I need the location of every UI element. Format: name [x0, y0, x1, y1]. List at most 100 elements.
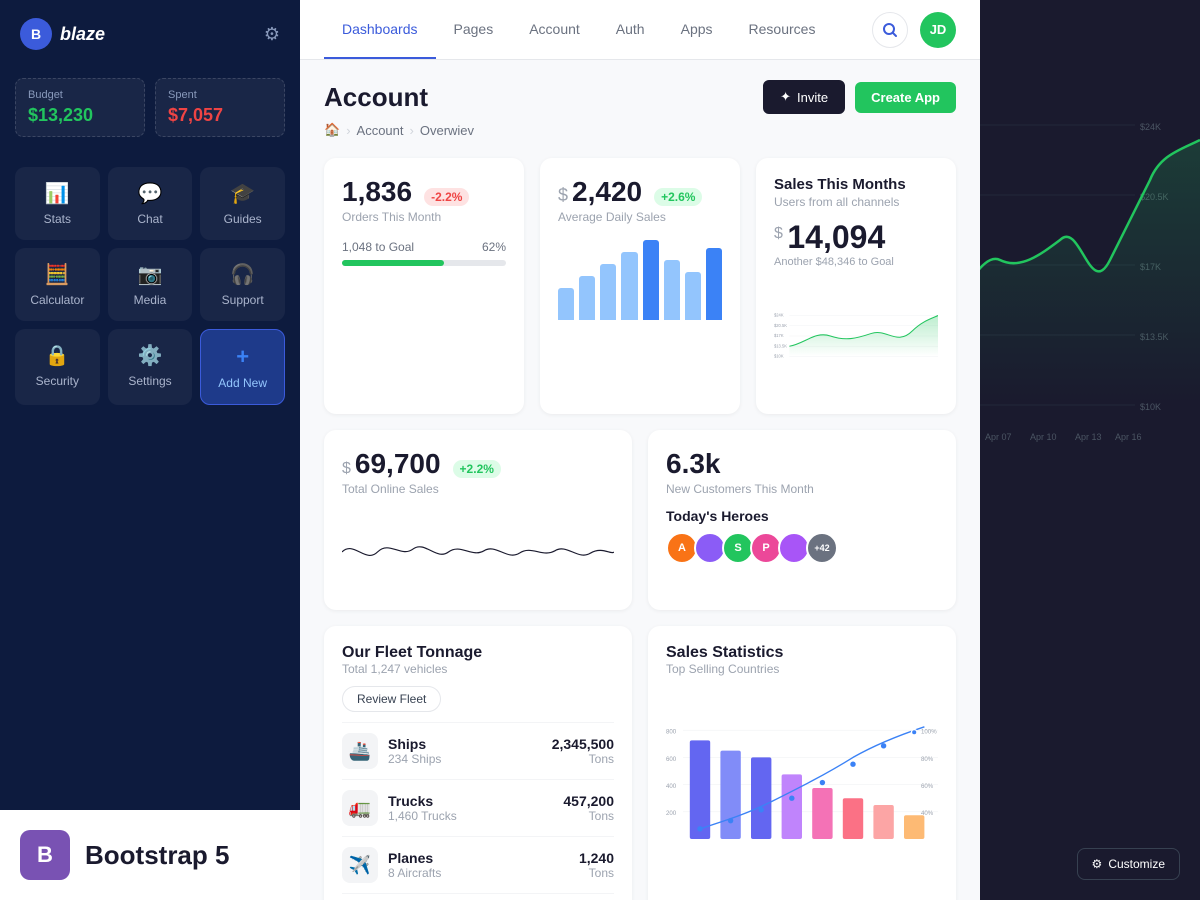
sidebar-item-label: Calculator [30, 293, 84, 307]
nav-resources[interactable]: Resources [731, 1, 834, 59]
sidebar-item-media[interactable]: 📷 Media [108, 248, 193, 321]
bar-5 [643, 240, 659, 320]
user-avatar[interactable]: JD [920, 12, 956, 48]
invite-button[interactable]: ✦ Invite [763, 80, 845, 114]
logo-text: blaze [60, 24, 105, 45]
heroes-title: Today's Heroes [666, 508, 938, 524]
sidebar-item-stats[interactable]: 📊 Stats [15, 167, 100, 240]
online-sales-label: Total Online Sales [342, 482, 614, 496]
page-content: Account ✦ Invite Create App 🏠 › Account … [300, 60, 980, 900]
bar-chart-container: 800 600 400 200 [666, 688, 938, 893]
page-header: Account ✦ Invite Create App [324, 80, 956, 114]
svg-text:80%: 80% [921, 756, 934, 763]
new-customers-value: 6.3k [666, 448, 721, 480]
progress-label: 1,048 to Goal [342, 240, 414, 254]
sidebar-item-support[interactable]: 🎧 Support [200, 248, 285, 321]
svg-text:800: 800 [666, 729, 677, 736]
fleet-subtitle: Total 1,247 vehicles [342, 662, 614, 676]
svg-text:Apr 16: Apr 16 [1115, 432, 1142, 442]
nav-account[interactable]: Account [511, 1, 598, 59]
progress-pct: 62% [482, 240, 506, 254]
svg-text:$24K: $24K [774, 313, 784, 318]
bar-6 [664, 260, 680, 320]
budget-card: Budget $13,230 [15, 78, 145, 137]
sidebar-item-guides[interactable]: 🎓 Guides [200, 167, 285, 240]
wave-chart-svg [342, 512, 614, 592]
home-icon[interactable]: 🏠 [324, 122, 340, 138]
budget-label: Budget [28, 89, 132, 101]
nav-pages[interactable]: Pages [436, 1, 512, 59]
second-cards-row: $ 69,700 +2.2% Total Online Sales 6.3k N… [324, 430, 956, 610]
online-sales-value: 69,700 [355, 448, 441, 480]
bottom-row: Our Fleet Tonnage Total 1,247 vehicles R… [324, 626, 956, 900]
sidebar-item-label: Chat [137, 212, 162, 226]
sidebar-item-calculator[interactable]: 🧮 Calculator [15, 248, 100, 321]
bar-8 [706, 248, 722, 320]
spent-label: Spent [168, 89, 272, 101]
svg-text:Apr 07: Apr 07 [985, 432, 1012, 442]
logo-area: B blaze [20, 18, 105, 50]
fleet-card: Our Fleet Tonnage Total 1,247 vehicles R… [324, 626, 632, 900]
search-button[interactable] [872, 12, 908, 48]
sales-big-value: 14,094 [787, 219, 885, 255]
sidebar-item-settings[interactable]: ⚙️ Settings [108, 329, 193, 405]
svg-text:200: 200 [666, 810, 677, 817]
top-nav: Dashboards Pages Account Auth Apps Resou… [300, 0, 980, 60]
sidebar-item-label: Security [36, 374, 79, 388]
bootstrap-label: Bootstrap 5 [85, 840, 229, 871]
sidebar-item-add-new[interactable]: + Add New [200, 329, 285, 405]
fleet-item-trains: 🚂 Trains 804,300 [342, 893, 614, 900]
menu-icon[interactable]: ⚙ [264, 24, 280, 45]
breadcrumb-current: Overwiev [420, 123, 474, 138]
sidebar-item-label: Add New [218, 376, 267, 390]
media-icon: 📷 [138, 262, 163, 287]
orders-card: 1,836 -2.2% Orders This Month 1,048 to G… [324, 158, 524, 414]
sidebar-item-chat[interactable]: 💬 Chat [108, 167, 193, 240]
trucks-value: 457,200 Tons [563, 793, 614, 823]
review-fleet-button[interactable]: Review Fleet [342, 686, 441, 712]
customize-button[interactable]: ⚙ Customize [1077, 848, 1180, 880]
online-sales-badge: +2.2% [453, 460, 501, 478]
sidebar: B blaze ⚙ Budget $13,230 Spent $7,057 📊 … [0, 0, 300, 900]
nav-dashboards[interactable]: Dashboards [324, 1, 436, 59]
budget-row: Budget $13,230 Spent $7,057 [0, 68, 300, 147]
sidebar-item-label: Stats [44, 212, 71, 226]
planes-icon: ✈️ [342, 847, 378, 883]
spent-card: Spent $7,057 [155, 78, 285, 137]
sales-month-title: Sales This Months [774, 176, 938, 193]
breadcrumb-account[interactable]: Account [357, 123, 404, 138]
planes-name: Planes [388, 850, 441, 866]
bar-4 [621, 252, 637, 320]
online-sales-prefix: $ [342, 460, 351, 478]
spent-value: $7,057 [168, 105, 272, 126]
sales-month-card: Sales This Months Users from all channel… [756, 158, 956, 414]
online-sales-card: $ 69,700 +2.2% Total Online Sales [324, 430, 632, 610]
logo-icon: B [20, 18, 52, 50]
svg-text:Apr 10: Apr 10 [1030, 432, 1057, 442]
sidebar-item-label: Media [134, 293, 167, 307]
customize-icon: ⚙ [1092, 857, 1103, 871]
sales-chart-svg: $24K $20.5K $17K $13.5K $10K [774, 276, 938, 396]
dollar-prefix: $ [558, 185, 568, 206]
right-panel-curve: $24K $20.5K $17K $13.5K $10K Apr 04 Apr … [980, 0, 1200, 900]
bar-2 [579, 276, 595, 320]
ships-value: 2,345,500 Tons [552, 736, 614, 766]
sidebar-item-security[interactable]: 🔒 Security [15, 329, 100, 405]
top-nav-actions: JD [872, 12, 956, 48]
sales-goal-text: Another $48,346 to Goal [774, 256, 938, 268]
chat-icon: 💬 [138, 181, 163, 206]
trucks-icon: 🚛 [342, 790, 378, 826]
ships-sub: 234 Ships [388, 752, 441, 766]
bar-chart-svg: 800 600 400 200 [666, 688, 938, 888]
bootstrap-icon: B [20, 830, 70, 880]
ships-name: Ships [388, 736, 441, 752]
bar-1 [558, 288, 574, 320]
security-icon: 🔒 [45, 343, 70, 368]
progress-bar-bg [342, 260, 506, 266]
page-header-actions: ✦ Invite Create App [763, 80, 956, 114]
orders-value: 1,836 [342, 176, 412, 208]
nav-apps[interactable]: Apps [663, 1, 731, 59]
sidebar-item-label: Support [222, 293, 264, 307]
create-app-button[interactable]: Create App [855, 82, 956, 113]
nav-auth[interactable]: Auth [598, 1, 663, 59]
